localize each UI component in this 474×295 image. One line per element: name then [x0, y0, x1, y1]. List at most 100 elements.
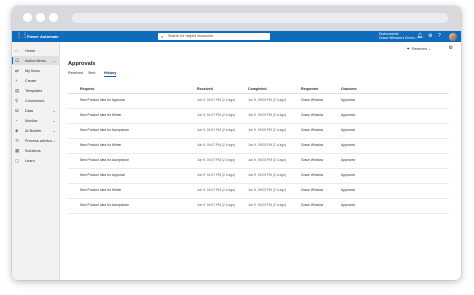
database-icon: ⛁	[15, 107, 19, 113]
table-row[interactable]: New Product Idea for Approval Jun 9, 04:0…	[68, 94, 449, 109]
cell-completed: Jun 9, 05:03 PM (2 d ago)	[248, 158, 287, 162]
avatar[interactable]	[449, 32, 457, 41]
cell-request[interactable]: New Product Idea for Approval	[80, 173, 125, 177]
plus-icon: +	[15, 77, 18, 83]
sidebar-item-label: Data	[25, 108, 34, 113]
help-icon[interactable]: ?	[438, 33, 441, 39]
filter-button[interactable]: ⏷ Received ⌄	[407, 46, 431, 51]
search-box[interactable]: ⌕ Search for helpful resources	[158, 33, 270, 40]
flow-icon: ⇄	[15, 67, 19, 73]
sidebar-item-create[interactable]: + Create	[12, 76, 59, 85]
sidebar-item-action-items[interactable]: ☑ Action items ⌄	[12, 56, 59, 65]
monitor-icon: ◔	[15, 117, 18, 123]
table-row[interactable]: New Product Idea for Winter Jun 9, 04:07 …	[68, 184, 449, 199]
process-advisor-icon: ⟲	[15, 137, 19, 143]
cell-outcome: Approved	[341, 128, 356, 132]
table-row[interactable]: New Product Idea for Winter Jun 9, 04:07 …	[68, 109, 449, 124]
table-row[interactable]: New Product Idea for Approval Jun 9, 04:0…	[68, 169, 449, 184]
cell-outcome: Approved	[341, 113, 356, 117]
chevron-down-icon[interactable]: ⌄	[53, 118, 56, 123]
sidebar-item-templates[interactable]: ▤ Templates	[12, 86, 59, 95]
cell-request[interactable]: New Product Idea for Approval	[80, 98, 125, 102]
table-row[interactable]: New Product Idea for Winter Jun 9, 04:07 …	[68, 139, 449, 154]
table-row[interactable]: New Product Idea for Acceptance Jun 9, 04…	[68, 154, 449, 169]
sidebar-item-label: Solutions	[25, 148, 41, 153]
tab-received[interactable]: Received	[68, 71, 83, 75]
column-header-received[interactable]: Received	[197, 87, 213, 91]
cell-received: Jun 9, 04:07 PM (2 d ago)	[197, 188, 236, 192]
column-header-request[interactable]: Request	[80, 87, 94, 91]
column-header-completed[interactable]: Completed	[248, 87, 267, 91]
gear-icon[interactable]: ⚙	[428, 33, 432, 39]
sidebar-item-connectors[interactable]: ⚲ Connectors	[12, 96, 59, 105]
address-bar[interactable]	[72, 13, 448, 23]
cell-request[interactable]: New Product Idea for Winter	[80, 113, 121, 117]
sidebar-item-process-advisor[interactable]: ⟲ Process advisor ⌄	[12, 136, 59, 145]
search-placeholder: Search for helpful resources	[168, 34, 213, 38]
sidebar-item-home[interactable]: ⌂ Home	[12, 46, 59, 55]
cell-requester: Grace Winslow	[301, 188, 324, 192]
table-header: Request Received Completed Requester Out…	[68, 86, 449, 94]
sidebar-item-learn[interactable]: ▢ Learn	[12, 156, 59, 165]
sidebar-item-monitor[interactable]: ◔ Monitor ⌄	[12, 116, 59, 125]
cell-request[interactable]: New Product Idea for Acceptance	[80, 158, 129, 162]
cell-request[interactable]: New Product Idea for Winter	[80, 143, 121, 147]
environment-picker[interactable]: Environments Grace Winslow's Enviro...	[379, 32, 418, 40]
filter-icon: ⏷	[406, 46, 410, 51]
cell-outcome: Approved	[341, 98, 356, 102]
cell-received: Jun 9, 04:07 PM (2 d ago)	[197, 173, 236, 177]
window-control-dot[interactable]	[36, 13, 45, 22]
cell-requester: Grace Winslow	[301, 173, 324, 177]
cell-received: Jun 9, 04:07 PM (2 d ago)	[197, 158, 236, 162]
tab-history[interactable]: History	[104, 71, 117, 77]
filter-label: Received	[412, 47, 427, 51]
cell-outcome: Approved	[341, 203, 356, 207]
column-header-requester[interactable]: Requester	[301, 87, 319, 91]
cell-request[interactable]: New Product Idea for Acceptance	[80, 203, 129, 207]
cell-completed: Jun 9, 05:03 PM (2 d ago)	[248, 128, 287, 132]
cell-received: Jun 9, 04:07 PM (2 d ago)	[197, 128, 236, 132]
cell-requester: Grace Winslow	[301, 203, 324, 207]
window-control-dot[interactable]	[49, 13, 58, 22]
cell-requester: Grace Winslow	[301, 98, 324, 102]
table-row[interactable]: New Product Idea for Acceptance Jun 9, 04…	[68, 124, 449, 139]
sidebar-item-data[interactable]: ⛁ Data ⌄	[12, 106, 59, 115]
sidebar-item-label: Monitor	[25, 118, 38, 123]
checklist-icon: ☑	[15, 57, 20, 63]
main-content: ⏷ Received ⌄ ⚙ Approvals Received Sent Hi…	[60, 42, 461, 280]
table-row[interactable]: New Product Idea for Acceptance Jun 9, 04…	[68, 199, 449, 214]
sidebar-item-label: Learn	[25, 158, 35, 163]
cell-request[interactable]: New Product Idea for Winter	[80, 188, 121, 192]
ai-builder-icon: ◈	[15, 127, 19, 133]
cell-outcome: Approved	[341, 143, 356, 147]
tab-sent[interactable]: Sent	[88, 71, 95, 75]
home-icon: ⌂	[15, 47, 18, 53]
view-settings-icon[interactable]: ⚙	[449, 45, 453, 51]
sidebar-item-label: Action items	[25, 58, 46, 63]
cell-completed: Jun 9, 05:03 PM (2 d ago)	[248, 203, 287, 207]
cell-received: Jun 9, 04:07 PM (2 d ago)	[197, 203, 236, 207]
cell-request[interactable]: New Product Idea for Acceptance	[80, 128, 129, 132]
sidebar-item-label: Create	[25, 78, 37, 83]
chevron-down-icon[interactable]: ⌄	[53, 58, 56, 63]
column-header-outcome[interactable]: Outcome	[341, 87, 357, 91]
sidebar-item-solutions[interactable]: ▦ Solutions	[12, 146, 59, 155]
sidebar-item-label: My flows	[25, 68, 40, 73]
cell-completed: Jun 9, 05:03 PM (2 d ago)	[248, 173, 287, 177]
cell-received: Jun 9, 04:07 PM (2 d ago)	[197, 113, 236, 117]
sidebar-item-my-flows[interactable]: ⇄ My flows	[12, 66, 59, 75]
chevron-down-icon[interactable]: ⌄	[53, 138, 56, 143]
window-control-dot[interactable]	[23, 13, 32, 22]
sidebar: ⌂ Home ☑ Action items ⌄ ⇄ My flows + Create ▤ Temp…	[12, 42, 60, 280]
chevron-down-icon[interactable]: ⌄	[53, 128, 56, 133]
sidebar-item-label: Connectors	[25, 98, 45, 103]
cell-requester: Grace Winslow	[301, 113, 324, 117]
chevron-down-icon[interactable]: ⌄	[53, 108, 56, 113]
sidebar-item-ai-builder[interactable]: ◈ AI Builder ⌄	[12, 126, 59, 135]
sidebar-item-label: Templates	[25, 88, 43, 93]
app-header: ⋮⋮ Power Automate ⌕ Search for helpful r…	[12, 31, 461, 42]
cell-requester: Grace Winslow	[301, 143, 324, 147]
cell-completed: Jun 9, 05:03 PM (2 d ago)	[248, 188, 287, 192]
app-title[interactable]: Power Automate	[27, 34, 58, 39]
bell-icon[interactable]: 🔔︎	[417, 33, 423, 39]
